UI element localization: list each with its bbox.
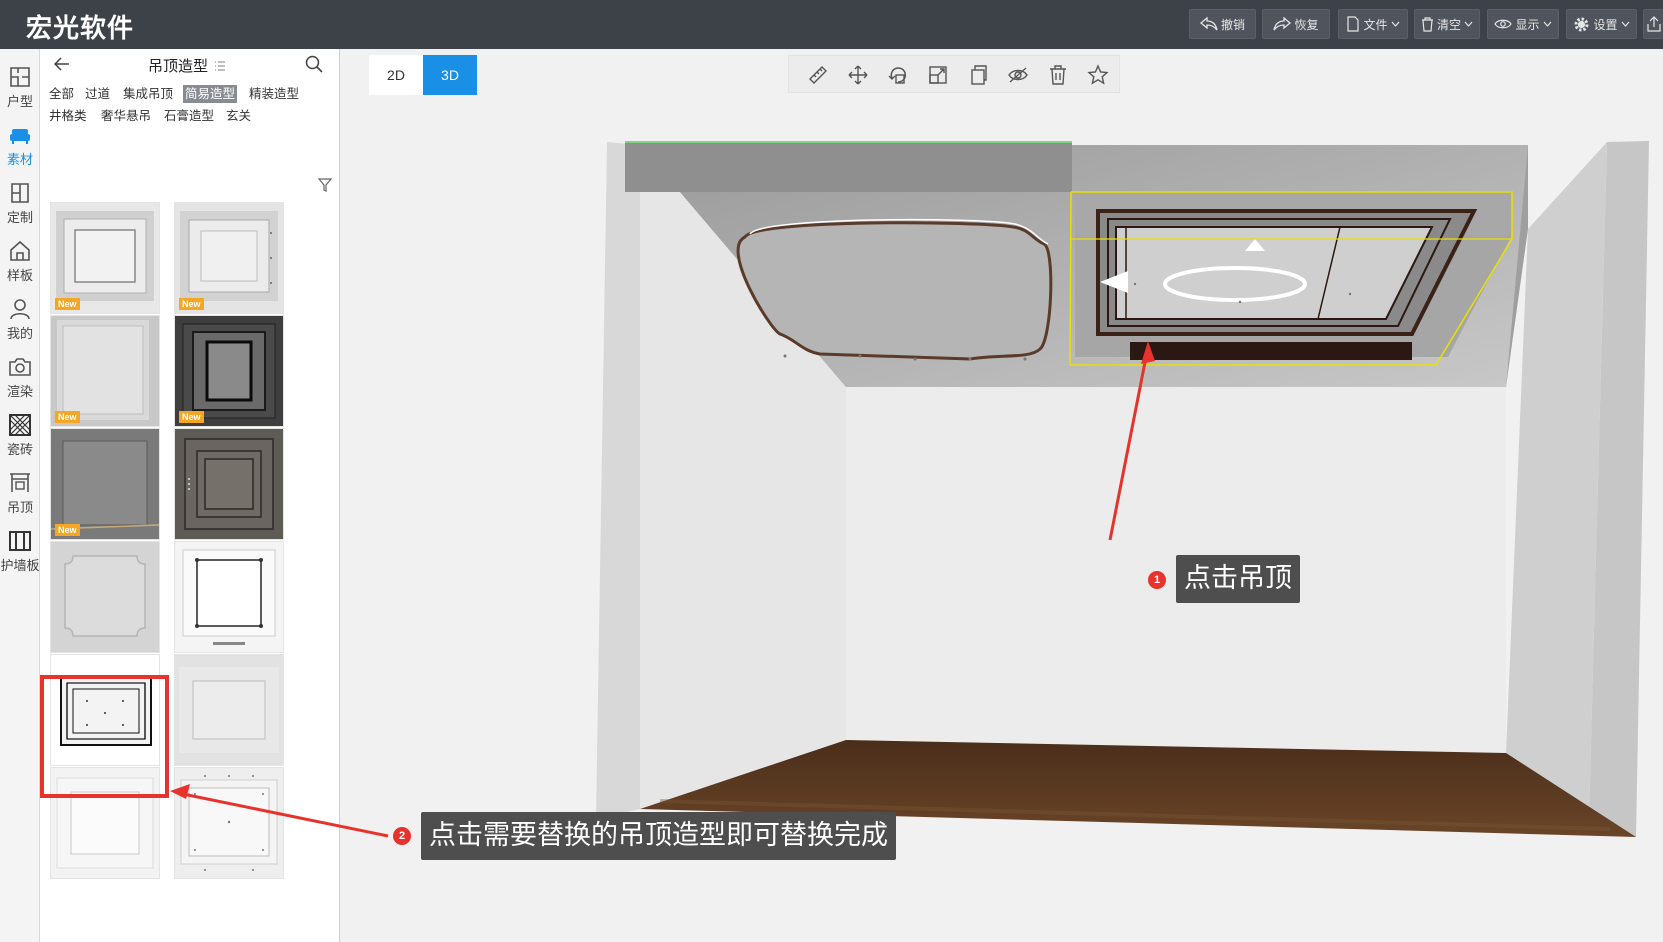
settings-label: 设置	[1593, 17, 1618, 32]
export-icon	[1646, 16, 1661, 32]
undo-button[interactable]: 撤销	[1189, 9, 1256, 39]
eye-icon	[1494, 19, 1513, 29]
rail-label: 定制	[6, 210, 33, 226]
ceiling-thumbnail[interactable]	[50, 541, 160, 653]
3d-viewport[interactable]: 2D 3D	[340, 49, 1663, 942]
file-label: 文件	[1363, 17, 1388, 32]
chevron-down-icon	[1543, 21, 1551, 27]
rail-item-templates[interactable]: 样板	[0, 233, 40, 289]
new-tag: New	[55, 298, 80, 310]
step2-callout: 点击需要替换的吊顶造型即可替换完成	[421, 812, 896, 860]
rail-label: 护墙板	[0, 558, 40, 574]
rail-label: 我的	[6, 326, 33, 342]
rail-label: 素材	[6, 152, 33, 168]
category-simple[interactable]: 简易造型	[183, 85, 238, 103]
selection-highlight-box	[40, 675, 169, 798]
rail-item-materials[interactable]: 素材	[0, 117, 40, 173]
left-nav-rail: 户型 素材 定制 样板 我的 渲染 瓷砖 吊顶 护墙板	[0, 49, 40, 942]
rail-item-custom[interactable]: 定制	[0, 175, 40, 231]
file-icon	[1347, 16, 1360, 32]
rail-label: 样板	[6, 268, 33, 284]
ceiling-thumbnail[interactable]: New	[50, 428, 160, 540]
clear-label: 清空	[1436, 17, 1461, 32]
step-badge: 2	[393, 827, 411, 845]
wall-panel-icon	[9, 530, 31, 551]
search-icon[interactable]	[305, 55, 323, 73]
ceiling-thumbnail[interactable]: New	[174, 202, 284, 314]
undo-label: 撤销	[1220, 17, 1245, 32]
chevron-down-icon	[1464, 21, 1473, 27]
step1-callout: 点击吊顶	[1176, 555, 1300, 603]
category-aisle[interactable]: 过道	[83, 85, 112, 103]
rail-label: 吊顶	[6, 500, 33, 516]
top-bar: 宏光软件 撤销 恢复 文件 清空 显示 设置	[0, 0, 1663, 49]
custom-cabinet-icon	[11, 182, 29, 203]
rail-item-render[interactable]: 渲染	[0, 349, 40, 405]
camera-icon	[9, 357, 31, 376]
ceiling-thumbnail[interactable]	[174, 767, 284, 879]
rail-item-floorplan[interactable]: 户型	[0, 59, 40, 115]
undo-icon	[1199, 17, 1218, 31]
chevron-down-icon	[1621, 21, 1629, 27]
ceiling-icon	[10, 472, 30, 492]
rail-label: 瓷砖	[6, 442, 33, 458]
room-scene	[596, 141, 1649, 837]
new-tag: New	[55, 524, 80, 536]
sofa-icon	[10, 128, 30, 144]
ceiling-thumbnail[interactable]: New	[50, 315, 160, 427]
new-tag: New	[179, 411, 204, 423]
category-refined[interactable]: 精装造型	[247, 85, 301, 103]
rail-item-mine[interactable]: 我的	[0, 291, 40, 347]
catalog-panel: 吊顶造型 全部 过道 集成吊顶 简易造型 精装造型 井格类 奢华悬吊 石膏造型 …	[40, 49, 340, 942]
new-tag: New	[179, 298, 204, 310]
category-luxury[interactable]: 奢华悬吊	[99, 107, 153, 125]
redo-label: 恢复	[1294, 17, 1319, 32]
trash-icon	[1421, 16, 1433, 32]
list-view-icon[interactable]	[214, 60, 226, 72]
app-logo: 宏光软件	[26, 14, 135, 44]
file-menu-button[interactable]: 文件	[1338, 9, 1408, 39]
ceiling-thumbnail[interactable]: New	[50, 202, 160, 314]
rail-item-ceiling[interactable]: 吊顶	[0, 465, 40, 521]
user-icon	[10, 298, 30, 319]
rail-item-wall-panel[interactable]: 护墙板	[0, 523, 40, 579]
share-button[interactable]	[1643, 9, 1663, 39]
ceiling-thumbnail[interactable]	[174, 654, 284, 766]
chevron-down-icon	[1391, 21, 1399, 27]
display-label: 显示	[1515, 17, 1540, 32]
category-grid[interactable]: 井格类	[47, 107, 89, 125]
redo-button[interactable]: 恢复	[1262, 9, 1330, 39]
category-gypsum[interactable]: 石膏造型	[162, 107, 216, 125]
display-menu-button[interactable]: 显示	[1487, 9, 1559, 39]
settings-menu-button[interactable]: 设置	[1566, 9, 1637, 39]
redo-icon	[1273, 17, 1292, 31]
house-icon	[10, 240, 30, 261]
gear-icon	[1574, 17, 1589, 31]
panel-title: 吊顶造型	[148, 55, 226, 76]
ceiling-thumbnail[interactable]	[174, 428, 284, 540]
rail-label: 户型	[6, 94, 33, 110]
tile-icon	[9, 413, 31, 436]
ceiling-thumbnail[interactable]: New	[174, 315, 284, 427]
new-tag: New	[55, 411, 80, 423]
floorplan-icon	[10, 66, 30, 87]
category-entrance[interactable]: 玄关	[224, 107, 253, 125]
ceiling-thumbnail[interactable]	[174, 541, 284, 653]
rail-label: 渲染	[6, 384, 33, 400]
panel-title-text: 吊顶造型	[148, 57, 209, 75]
back-arrow-icon[interactable]	[54, 57, 70, 71]
category-all[interactable]: 全部	[47, 85, 76, 103]
step-badge: 1	[1148, 571, 1166, 589]
clear-menu-button[interactable]: 清空	[1414, 9, 1480, 39]
filter-icon[interactable]	[318, 178, 332, 192]
category-integrated[interactable]: 集成吊顶	[121, 85, 175, 103]
rail-item-tiles[interactable]: 瓷砖	[0, 407, 40, 463]
